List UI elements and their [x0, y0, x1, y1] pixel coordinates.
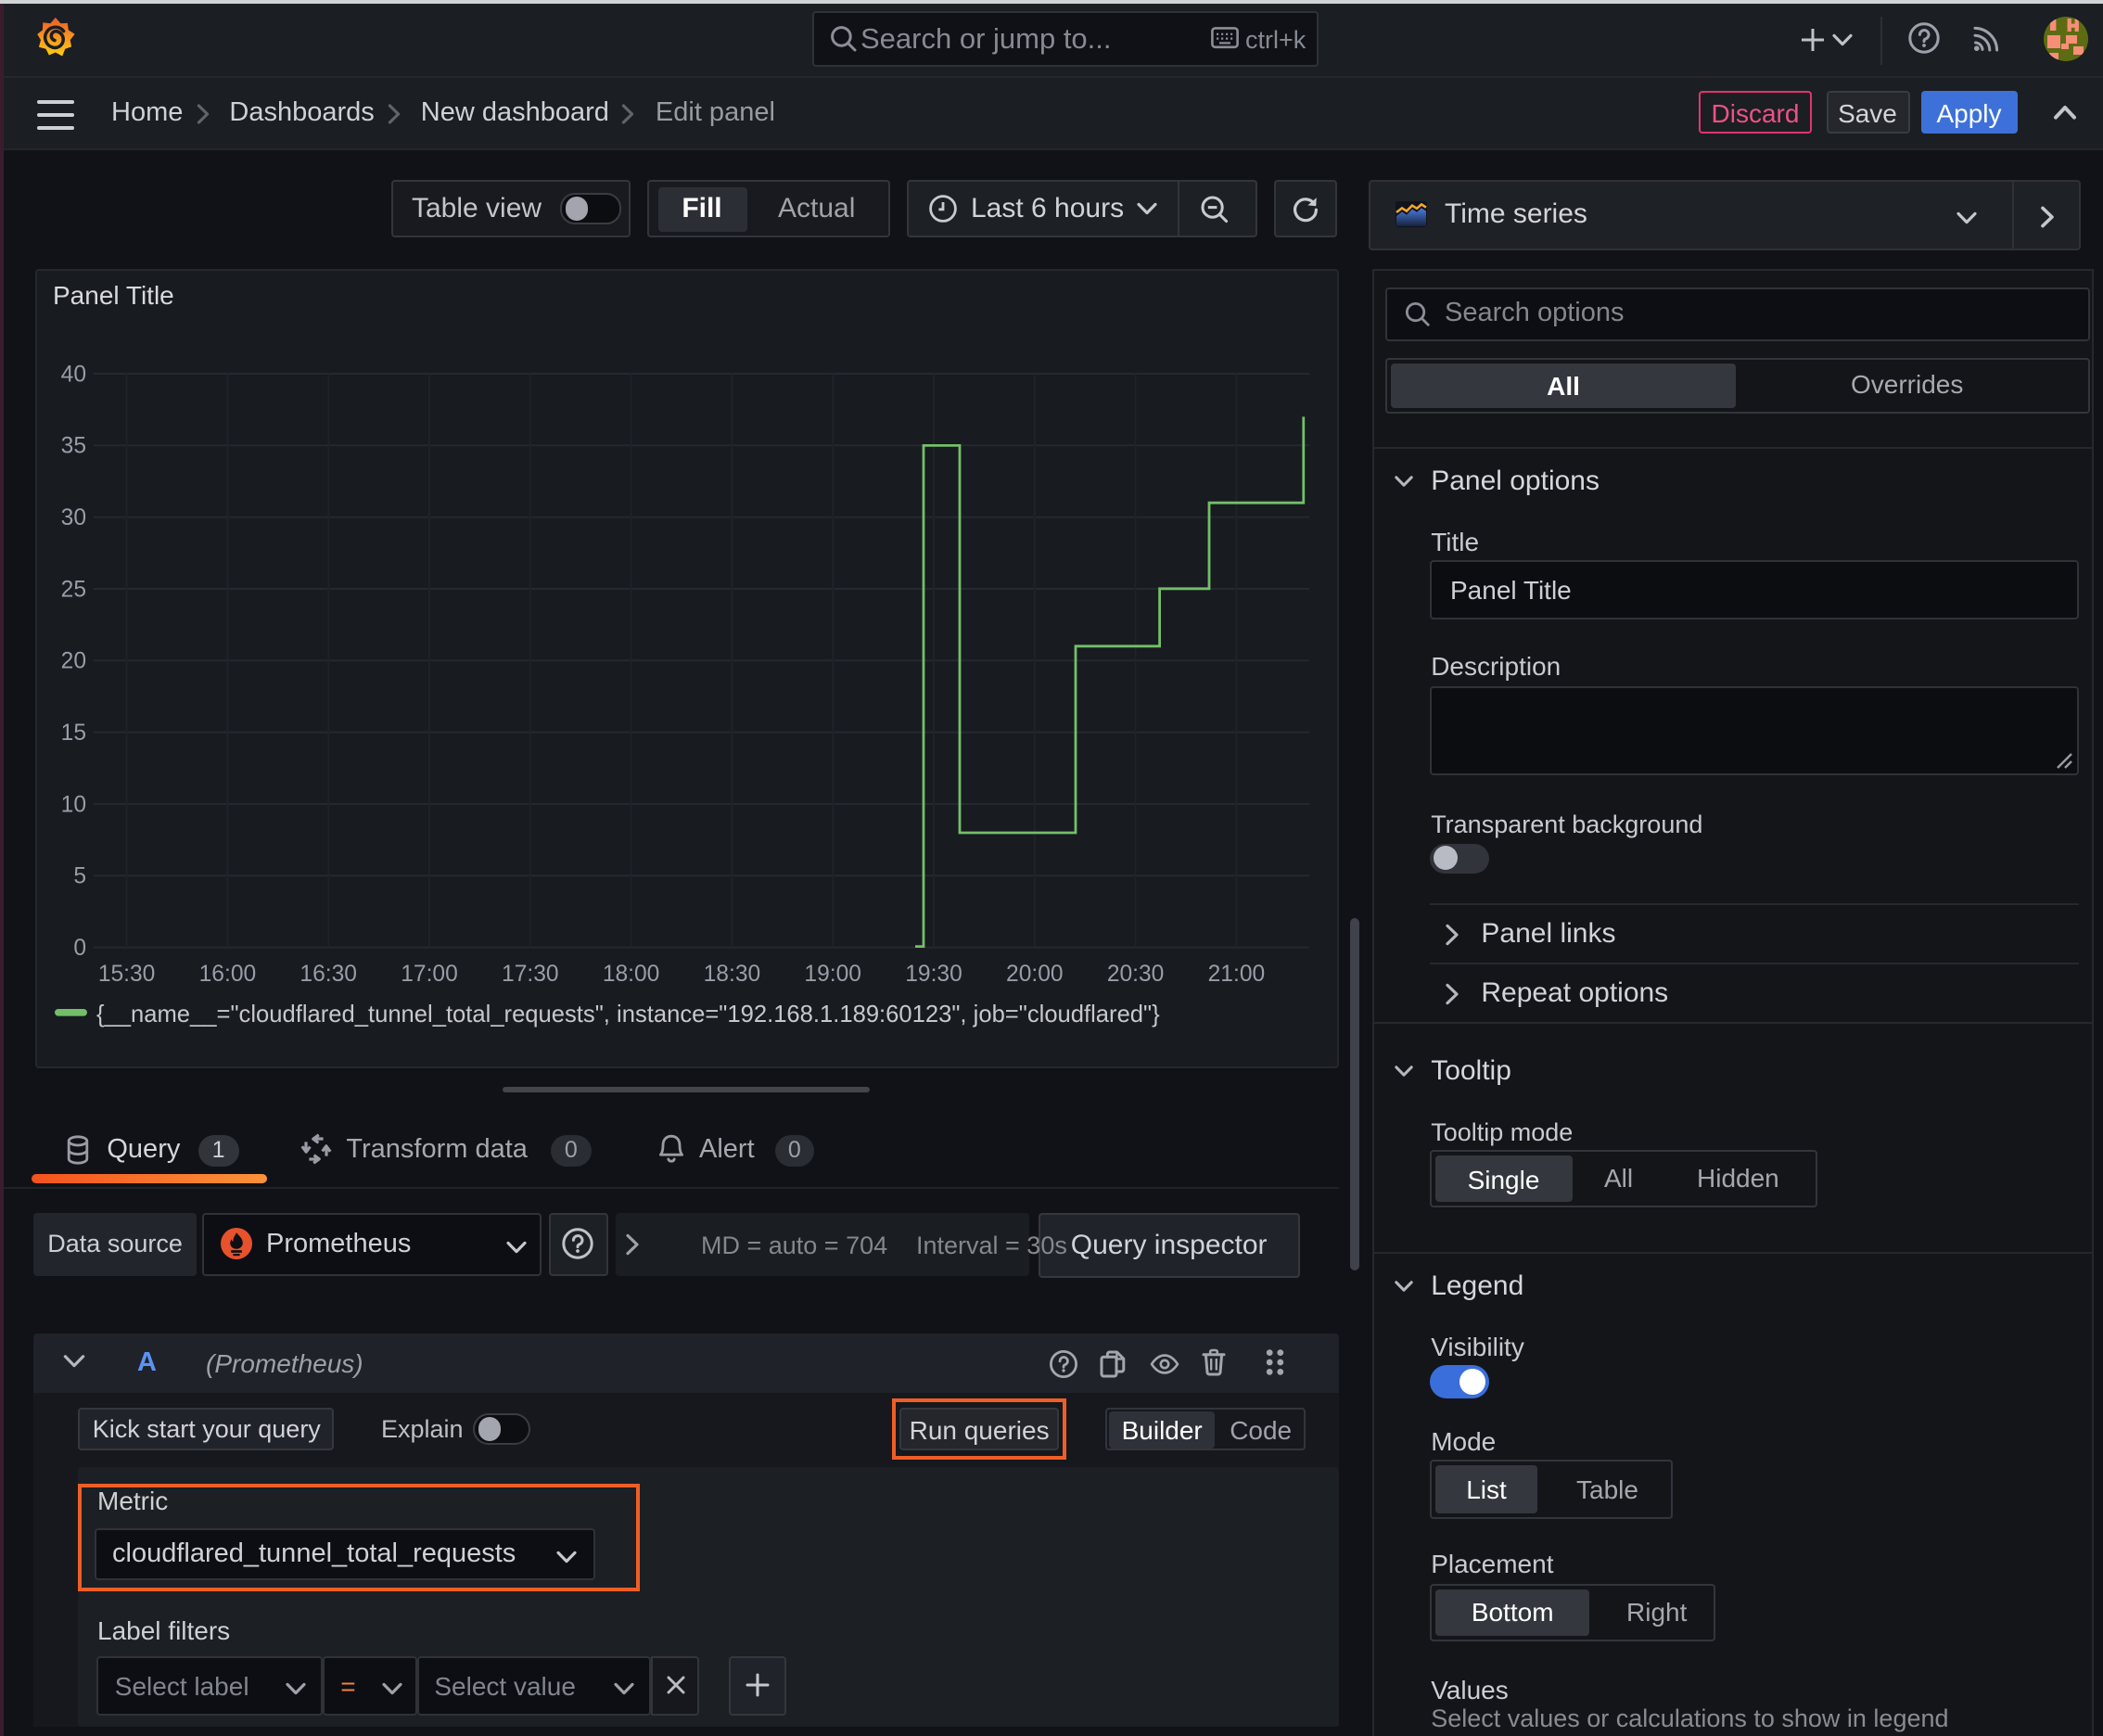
svg-text:10: 10 — [60, 791, 85, 816]
svg-text:21:00: 21:00 — [1207, 961, 1265, 986]
svg-text:{__name__="cloudflared_tunnel_: {__name__="cloudflared_tunnel_total_requ… — [96, 1001, 1159, 1027]
svg-text:19:00: 19:00 — [803, 961, 860, 986]
svg-text:25: 25 — [60, 576, 85, 601]
svg-text:0: 0 — [72, 935, 85, 960]
svg-text:30: 30 — [60, 504, 85, 530]
svg-text:20:00: 20:00 — [1005, 961, 1063, 986]
svg-text:16:00: 16:00 — [198, 961, 256, 986]
svg-text:15:30: 15:30 — [97, 961, 155, 986]
svg-text:16:30: 16:30 — [299, 961, 356, 986]
svg-text:40: 40 — [60, 361, 85, 386]
svg-text:18:00: 18:00 — [602, 961, 659, 986]
svg-text:20: 20 — [60, 648, 85, 673]
svg-text:20:30: 20:30 — [1106, 961, 1164, 986]
svg-text:35: 35 — [60, 433, 85, 458]
svg-text:15: 15 — [60, 720, 85, 745]
svg-text:19:30: 19:30 — [904, 961, 962, 986]
svg-text:17:30: 17:30 — [501, 961, 558, 986]
svg-text:5: 5 — [72, 863, 85, 888]
svg-text:17:00: 17:00 — [400, 961, 457, 986]
svg-text:18:30: 18:30 — [703, 961, 760, 986]
